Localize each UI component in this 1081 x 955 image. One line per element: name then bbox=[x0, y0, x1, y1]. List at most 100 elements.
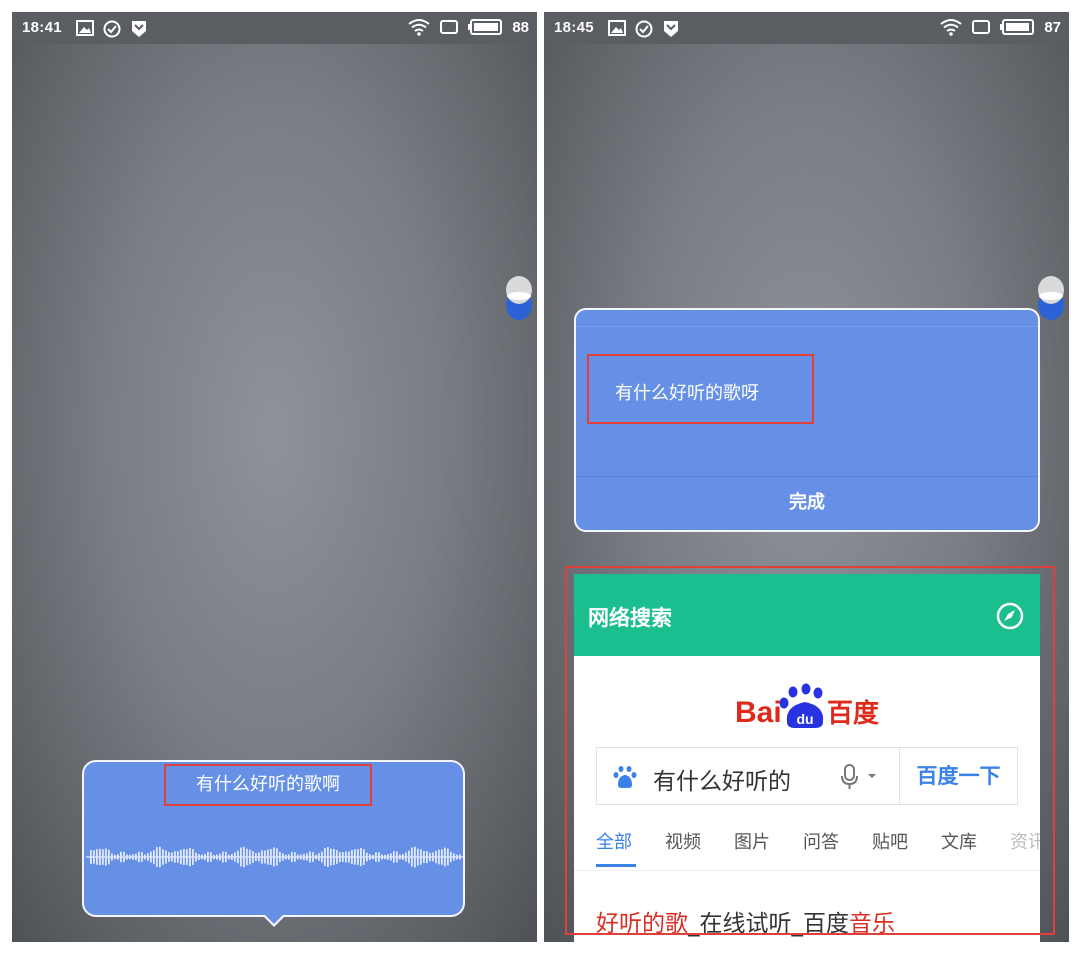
right-phone-screen: 18:45 87 有什么好听的歌呀 完成 网络搜索 Bai du 百度 有什么好… bbox=[544, 12, 1069, 942]
waveform-bar bbox=[411, 847, 413, 867]
waveform-bar bbox=[369, 854, 371, 860]
waveform-bar bbox=[291, 852, 293, 862]
waveform-bar bbox=[108, 849, 110, 865]
waveform-bar bbox=[237, 850, 239, 864]
waveform-bar bbox=[444, 847, 446, 867]
waveform-bar bbox=[354, 849, 356, 865]
waveform-bar bbox=[267, 849, 269, 865]
battery-icon bbox=[468, 19, 503, 35]
waveform-bar bbox=[300, 854, 302, 860]
waveform-bar bbox=[201, 854, 203, 860]
waveform-bar bbox=[327, 846, 329, 868]
waveform-bar bbox=[339, 851, 341, 863]
waveform-bar bbox=[99, 848, 101, 866]
waveform-bar bbox=[276, 848, 278, 866]
waveform-bar bbox=[153, 850, 155, 864]
waveform-bar bbox=[459, 854, 461, 860]
waveform-bar bbox=[114, 854, 116, 860]
waveform-bar bbox=[321, 851, 323, 863]
waveform-bar bbox=[435, 850, 437, 864]
shield-icon bbox=[130, 20, 148, 38]
status-bar: 18:41 88 bbox=[12, 12, 537, 44]
done-button[interactable]: 完成 bbox=[576, 477, 1038, 530]
waveform-bar bbox=[309, 851, 311, 863]
screen-icon bbox=[972, 19, 991, 35]
waveform-bar bbox=[342, 852, 344, 862]
battery-level: 88 bbox=[512, 18, 529, 36]
waveform-bar bbox=[147, 853, 149, 861]
shield-icon bbox=[662, 20, 680, 38]
waveform-bar bbox=[285, 854, 287, 860]
status-bar: 18:45 87 bbox=[544, 12, 1069, 44]
waveform-bar bbox=[366, 852, 368, 862]
waveform-bar bbox=[177, 851, 179, 863]
waveform-bar bbox=[330, 848, 332, 866]
waveform-bar bbox=[303, 853, 305, 861]
waveform-bar bbox=[294, 852, 296, 862]
check-circle-icon bbox=[103, 20, 121, 38]
floating-ball-icon[interactable] bbox=[1037, 274, 1065, 322]
waveform-bar bbox=[279, 851, 281, 863]
waveform-bar bbox=[432, 852, 434, 862]
waveform-bar bbox=[225, 851, 227, 863]
waveform-bar bbox=[417, 848, 419, 866]
voice-input-panel: 有什么好听的歌啊 bbox=[82, 760, 465, 927]
waveform-bar bbox=[381, 854, 383, 860]
waveform-bar bbox=[183, 849, 185, 865]
waveform-bar bbox=[438, 849, 440, 865]
waveform-bar bbox=[345, 851, 347, 863]
waveform-bar bbox=[273, 847, 275, 867]
waveform-bar bbox=[90, 850, 92, 864]
waveform-bar bbox=[132, 854, 134, 860]
waveform-bar bbox=[93, 850, 95, 864]
waveform-bar bbox=[216, 854, 218, 860]
waveform-bar bbox=[336, 850, 338, 864]
waveform-bar bbox=[348, 851, 350, 863]
waveform-bar bbox=[423, 850, 425, 864]
waveform-bar bbox=[240, 847, 242, 867]
waveform-bar bbox=[150, 851, 152, 863]
waveform-bar bbox=[246, 848, 248, 866]
waveform-bar bbox=[456, 854, 458, 860]
waveform-bar bbox=[165, 850, 167, 864]
recognized-text: 有什么好听的歌啊 bbox=[196, 774, 340, 795]
recognized-text-highlight: 有什么好听的歌啊 bbox=[164, 764, 372, 806]
waveform-bar bbox=[396, 851, 398, 863]
waveform-bar bbox=[420, 849, 422, 865]
waveform-bar bbox=[96, 849, 98, 865]
waveform-bar bbox=[144, 854, 146, 860]
waveform-bar bbox=[213, 854, 215, 860]
waveform-bar bbox=[360, 847, 362, 867]
waveform-bar bbox=[141, 852, 143, 862]
screen-icon bbox=[440, 19, 459, 35]
waveform-bar bbox=[231, 853, 233, 861]
waveform-bar bbox=[270, 849, 272, 865]
waveform-bar bbox=[333, 849, 335, 865]
waveform-bar bbox=[315, 854, 317, 860]
waveform-bar bbox=[387, 854, 389, 860]
waveform-bar bbox=[390, 853, 392, 861]
battery-level: 87 bbox=[1044, 18, 1061, 36]
voice-result-panel: 有什么好听的歌呀 完成 bbox=[574, 308, 1040, 532]
waveform-bar bbox=[168, 852, 170, 862]
waveform-bar bbox=[312, 852, 314, 862]
waveform-bar bbox=[102, 849, 104, 865]
status-time: 18:45 bbox=[554, 19, 594, 36]
waveform-bar bbox=[228, 854, 230, 860]
waveform-bar bbox=[186, 849, 188, 865]
waveform-bar bbox=[222, 851, 224, 863]
waveform-bar bbox=[126, 854, 128, 860]
wifi-icon bbox=[940, 18, 962, 36]
waveform-bar bbox=[249, 849, 251, 865]
waveform-bar bbox=[252, 851, 254, 863]
waveform-bar bbox=[399, 854, 401, 860]
waveform-bar bbox=[447, 848, 449, 866]
waveform-bar bbox=[429, 852, 431, 862]
waveform-bar bbox=[243, 846, 245, 868]
waveform-bar bbox=[258, 852, 260, 862]
waveform-bar bbox=[384, 854, 386, 860]
waveform-bar bbox=[234, 852, 236, 862]
waveform-bar bbox=[129, 854, 131, 860]
waveform-bar bbox=[261, 850, 263, 864]
floating-ball-icon[interactable] bbox=[505, 274, 533, 322]
